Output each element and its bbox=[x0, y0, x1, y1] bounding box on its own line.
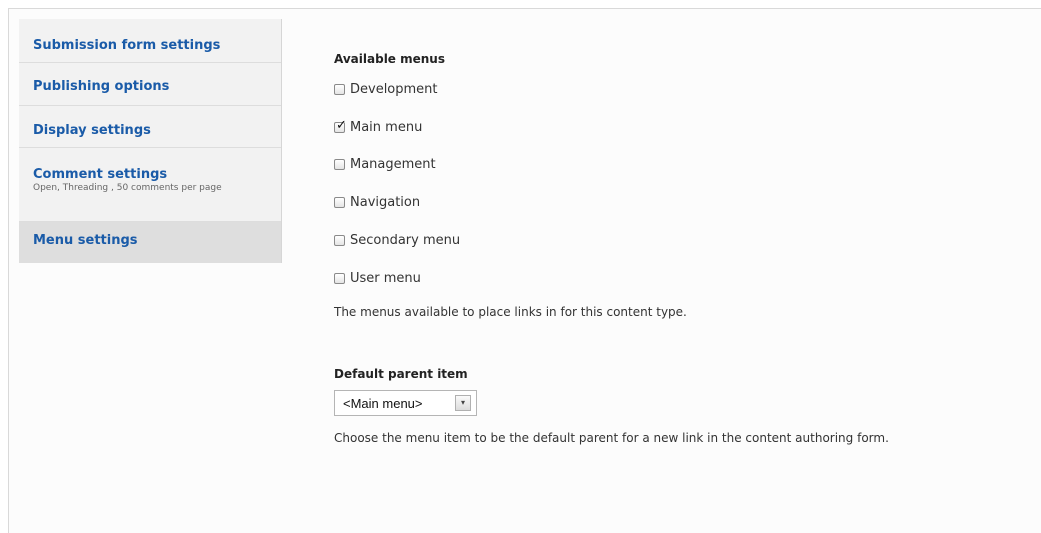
checkbox-box[interactable] bbox=[334, 158, 345, 170]
checkmark-icon: ✓ bbox=[336, 117, 347, 133]
tab-title: Display settings bbox=[33, 123, 151, 138]
tab-display-settings[interactable]: Display settings bbox=[19, 106, 281, 148]
checkbox-box[interactable] bbox=[334, 83, 345, 95]
content-type-settings-panel: Submission form settings Publishing opti… bbox=[8, 8, 1041, 533]
tab-submission-form-settings[interactable]: Submission form settings bbox=[19, 19, 281, 63]
checkbox-box[interactable]: ✓ bbox=[334, 117, 347, 133]
select-value: <Main menu> bbox=[343, 395, 423, 411]
checkbox-navigation[interactable]: Navigation bbox=[334, 194, 420, 210]
default-parent-label: Default parent item bbox=[334, 367, 468, 381]
chevron-down-icon[interactable]: ▾ bbox=[455, 395, 471, 411]
tab-summary: Open, Threading , 50 comments per page bbox=[33, 183, 222, 193]
checkbox-user-menu[interactable]: User menu bbox=[334, 270, 421, 286]
checkbox-development[interactable]: Development bbox=[334, 81, 438, 97]
checkbox-box[interactable] bbox=[334, 234, 345, 246]
checkbox-box[interactable] bbox=[334, 272, 345, 284]
tab-menu-settings[interactable]: Menu settings bbox=[19, 222, 281, 263]
tab-title: Publishing options bbox=[33, 79, 170, 94]
checkbox-label: Navigation bbox=[350, 194, 421, 210]
available-menus-label: Available menus bbox=[334, 52, 445, 66]
checkbox-label: Management bbox=[350, 156, 436, 172]
tab-title: Menu settings bbox=[33, 233, 138, 248]
tab-publishing-options[interactable]: Publishing options bbox=[19, 63, 281, 106]
tab-comment-settings[interactable]: Comment settings Open, Threading , 50 co… bbox=[19, 148, 281, 222]
available-menus-description: The menus available to place links in fo… bbox=[334, 305, 687, 319]
tab-title: Comment settings bbox=[33, 167, 168, 182]
vertical-tabs-menu: Submission form settings Publishing opti… bbox=[19, 19, 282, 263]
checkbox-box[interactable] bbox=[334, 196, 345, 208]
checkbox-label: Development bbox=[350, 81, 438, 97]
checkbox-label: Secondary menu bbox=[350, 232, 461, 248]
tab-title: Submission form settings bbox=[33, 38, 221, 53]
checkbox-main-menu[interactable]: ✓ Main menu bbox=[334, 119, 422, 135]
checkbox-management[interactable]: Management bbox=[334, 156, 436, 172]
checkbox-label: User menu bbox=[350, 270, 421, 286]
checkbox-label: Main menu bbox=[350, 119, 423, 135]
checkbox-secondary-menu[interactable]: Secondary menu bbox=[334, 232, 460, 248]
default-parent-description: Choose the menu item to be the default p… bbox=[334, 431, 889, 445]
default-parent-select[interactable]: <Main menu> ▾ bbox=[334, 390, 477, 416]
